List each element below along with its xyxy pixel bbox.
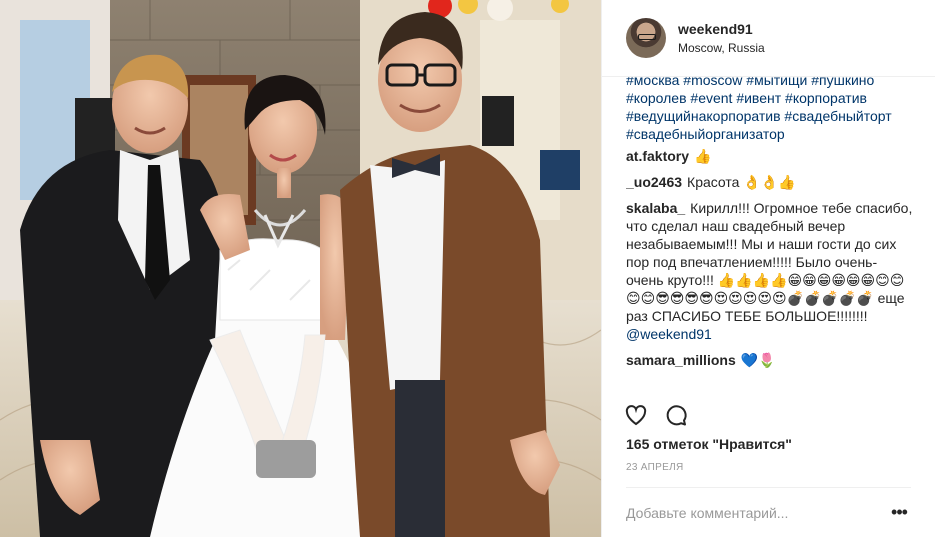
- hashtag-line[interactable]: #королев #event #ивент #корпоратив: [626, 89, 918, 107]
- comment-input[interactable]: [626, 504, 887, 521]
- post-date[interactable]: 23 АПРЕЛЯ: [626, 462, 683, 473]
- post-photo[interactable]: [0, 0, 601, 537]
- more-icon[interactable]: •••: [887, 501, 911, 525]
- comment-username[interactable]: at.faktory: [626, 148, 689, 164]
- comment-text: 💙🌷: [740, 352, 776, 368]
- post-side-panel: weekend91 Moscow, Russia #москва #moscow…: [601, 0, 935, 537]
- location[interactable]: Moscow, Russia: [678, 40, 765, 56]
- comments-list[interactable]: #москва #moscow #мытищи #пушкино #короле…: [626, 77, 918, 390]
- heart-icon[interactable]: [624, 403, 648, 427]
- post-header: weekend91 Moscow, Russia: [602, 0, 935, 77]
- comment-username[interactable]: _uo2463: [626, 174, 682, 190]
- likes-count[interactable]: 165 отметок "Нравится": [626, 436, 792, 452]
- comment-username[interactable]: samara_millions: [626, 352, 736, 368]
- hashtag-line[interactable]: #москва #moscow #мытищи #пушкино: [626, 77, 918, 89]
- comment-text: Красота 👌👌👍: [687, 174, 796, 190]
- comment: samara_millions 💙🌷: [626, 351, 918, 369]
- comment-text: Кирилл!!! Огромное тебе спасибо, что сде…: [626, 200, 913, 324]
- comment-mention[interactable]: @weekend91: [626, 325, 918, 343]
- comment: _uo2463 Красота 👌👌👍: [626, 173, 918, 191]
- avatar[interactable]: [626, 18, 666, 58]
- add-comment-bar: •••: [626, 487, 911, 537]
- hashtags: #москва #moscow #мытищи #пушкино #короле…: [626, 77, 918, 143]
- hashtag-line[interactable]: #свадебныйорганизатор: [626, 125, 918, 143]
- comment-text: 👍: [694, 148, 712, 164]
- comment-username[interactable]: skalaba_: [626, 200, 685, 216]
- photo-illustration: [0, 0, 601, 537]
- comment: at.faktory 👍: [626, 147, 918, 165]
- hashtag-line[interactable]: #ведущийнакорпоратив #свадебныйторт: [626, 107, 918, 125]
- action-bar: [624, 403, 688, 427]
- username[interactable]: weekend91: [678, 20, 765, 38]
- comment: skalaba_ Кирилл!!! Огромное тебе спасибо,…: [626, 199, 918, 343]
- comment-icon[interactable]: [664, 403, 688, 427]
